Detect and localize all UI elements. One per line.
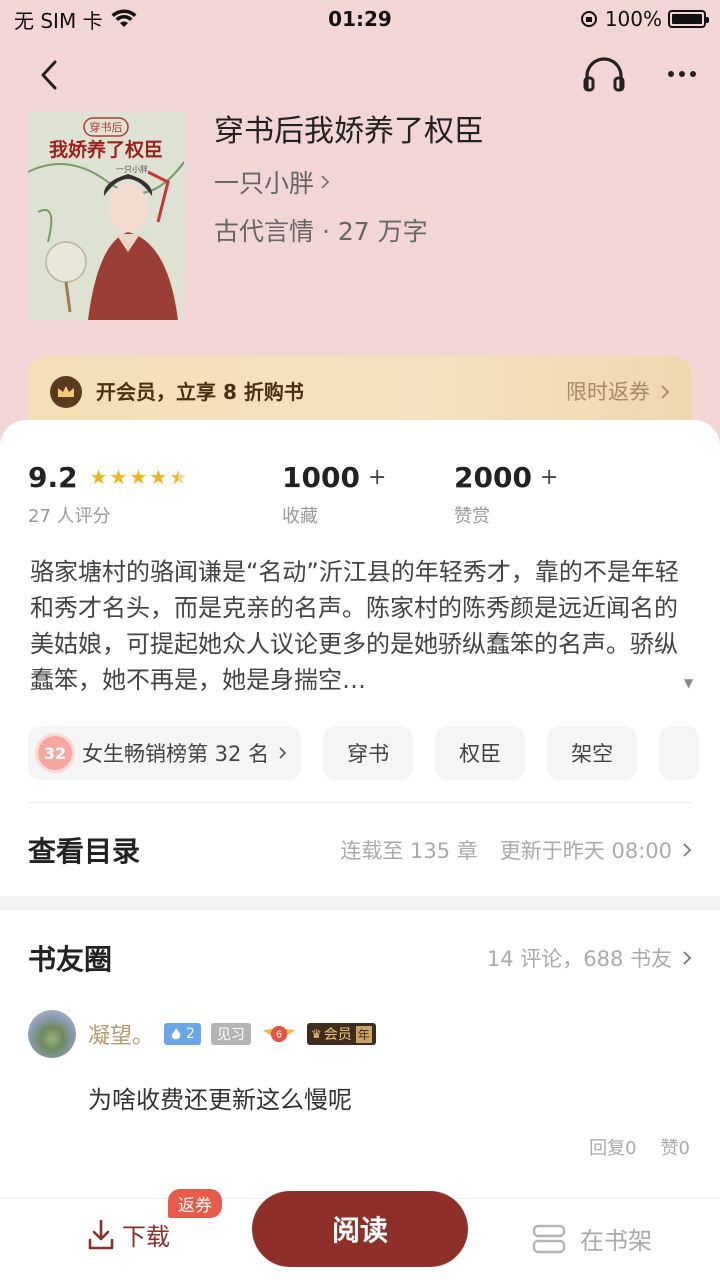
tag-item[interactable]: 权臣 (435, 726, 526, 780)
star-icon: ★ (149, 465, 168, 489)
vip-badge: ♛ 会员 年 (306, 1023, 376, 1045)
rank-label: 女生畅销榜第 32 名 (82, 742, 270, 766)
download-label: 下载 (122, 1223, 170, 1251)
reply-button[interactable]: 回复0 (589, 1134, 636, 1160)
divider (28, 802, 692, 803)
comment-username[interactable]: 凝望。 (88, 1018, 154, 1050)
bookshelf-button[interactable]: 在书架 (532, 1221, 652, 1256)
top-nav (0, 50, 720, 100)
book-circle-section: 书友圈 14 评论，688 书友 凝望。 2 见习 6 ♛ 会员 年 为啥收费还… (0, 910, 720, 1200)
catalog-updated: 更新于昨天 08:00 (499, 839, 672, 863)
crown-icon: ♛ (310, 1027, 322, 1041)
vip-coupon-link[interactable]: 限时返券 (566, 376, 670, 408)
tag-item[interactable]: 架空 (547, 726, 638, 780)
battery-icon (668, 10, 709, 28)
status-bar: 无 SIM 卡 01:29 100% (0, 0, 720, 38)
reward-count: 2000 (454, 460, 532, 494)
chevron-right-icon (279, 747, 287, 759)
rating-stars: ★ ★ ★ ★ ★ (90, 467, 188, 487)
book-circle-meta: 14 评论，688 书友 (486, 947, 672, 971)
vip-badge-label: 会员 (323, 1027, 352, 1043)
comment-text[interactable]: 为啥收费还更新这么慢呢 (88, 1080, 352, 1115)
reward-label: 赞赏 (454, 506, 490, 527)
chevron-right-icon (661, 385, 670, 399)
chevron-left-icon (41, 60, 57, 90)
catalog-title: 查看目录 (28, 835, 141, 868)
book-title: 穿书后我娇养了权臣 (214, 114, 484, 149)
rank-badge: 32 (38, 736, 72, 770)
carrier-text: 无 SIM 卡 (14, 8, 103, 33)
download-button[interactable]: 下载 (86, 1217, 170, 1252)
catalog-row[interactable]: 查看目录 连载至 135 章 更新于昨天 08:00 (28, 822, 692, 878)
back-button[interactable] (32, 56, 66, 94)
download-icon (88, 1219, 114, 1249)
chevron-right-icon (683, 951, 692, 965)
bookshelf-label: 在书架 (580, 1227, 652, 1255)
reward-stat[interactable]: 2000 + 赞赏 (454, 460, 558, 528)
rating-count: 27 人评分 (28, 506, 111, 527)
comment-user[interactable]: 凝望。 2 见习 6 ♛ 会员 年 (28, 1010, 376, 1058)
vip-text: 开会员，立享 8 折购书 (96, 380, 304, 404)
read-button[interactable]: 阅读 (252, 1191, 468, 1267)
vip-coupon-label: 限时返券 (566, 380, 650, 404)
star-icon: ★ (89, 465, 108, 489)
book-info: 穿书后我娇养了权臣 一只小胖 古代言情 · 27 万字 (214, 110, 484, 248)
vip-badge-suffix: 年 (355, 1025, 372, 1043)
avatar[interactable] (28, 1010, 76, 1058)
star-icon: ★ (129, 465, 148, 489)
bookshelf-icon (532, 1224, 566, 1253)
section-gap (0, 896, 720, 910)
level-value: 2 (186, 1026, 195, 1042)
half-star-icon: ★ (169, 465, 188, 489)
crown-icon (50, 376, 82, 408)
fan-level-badge: 6 (261, 1022, 297, 1046)
cover-author: 一只小胖 (116, 164, 148, 174)
chevron-right-icon (321, 175, 330, 189)
battery-percent: 100% (604, 7, 662, 31)
collect-label: 收藏 (282, 506, 318, 527)
cover-title: 我娇养了权臣 (49, 138, 163, 161)
star-icon: ★ (109, 465, 128, 489)
collect-stat[interactable]: 1000 + 收藏 (282, 460, 386, 528)
like-button[interactable]: 赞0 (661, 1134, 690, 1160)
book-description[interactable]: 骆家塘村的骆闻谦是“名动”沂江县的年轻秀才，靠的不是年轻和秀才名头，而是克亲的名… (30, 554, 694, 698)
rank-tag[interactable]: 32 女生畅销榜第 32 名 (28, 726, 302, 780)
rating-stat[interactable]: 9.2 ★ ★ ★ ★ ★ 27 人评分 (28, 460, 187, 528)
collect-plus: + (367, 464, 387, 490)
more-dot-icon (679, 71, 685, 77)
wifi-icon (111, 9, 137, 27)
more-button[interactable] (660, 54, 704, 94)
listen-button[interactable] (582, 54, 626, 94)
coupon-badge: 返券 (168, 1189, 222, 1218)
rotation-lock-icon (580, 11, 597, 27)
flame-icon (171, 1028, 181, 1040)
book-circle-title: 书友圈 (28, 943, 113, 976)
book-circle-header[interactable]: 书友圈 14 评论，688 书友 (28, 938, 692, 978)
tag-list: 32 女生畅销榜第 32 名 穿书 权臣 架空 (28, 726, 720, 780)
more-dot-icon (668, 71, 674, 77)
headphones-icon (583, 57, 625, 92)
chevron-right-icon (683, 843, 692, 857)
catalog-progress: 连载至 135 章 (340, 839, 478, 863)
author-link[interactable]: 一只小胖 (214, 164, 484, 200)
expand-triangle-icon[interactable]: ▼ (684, 676, 693, 690)
bottom-action-bar: 下载 返券 阅读 在书架 (0, 1189, 720, 1280)
collect-count: 1000 (282, 460, 360, 494)
book-cover[interactable]: 穿书后 我娇养了权臣 一只小胖 (28, 112, 184, 320)
tag-item[interactable]: 穿书 (323, 726, 414, 780)
rating-value: 9.2 (28, 460, 78, 494)
author-name: 一只小胖 (214, 169, 315, 198)
level-badge: 2 (164, 1023, 201, 1045)
fan-level-value: 6 (276, 1030, 282, 1041)
cover-tag: 穿书后 (90, 120, 123, 134)
reward-plus: + (539, 464, 559, 490)
rank-title-badge: 见习 (210, 1023, 251, 1045)
tag-item-partial[interactable] (659, 726, 700, 780)
book-meta: 古代言情 · 27 万字 (214, 217, 428, 246)
book-detail-card: 9.2 ★ ★ ★ ★ ★ 27 人评分 1000 + 收藏 2000 + 赞赏… (0, 420, 720, 900)
more-dot-icon (690, 71, 696, 77)
